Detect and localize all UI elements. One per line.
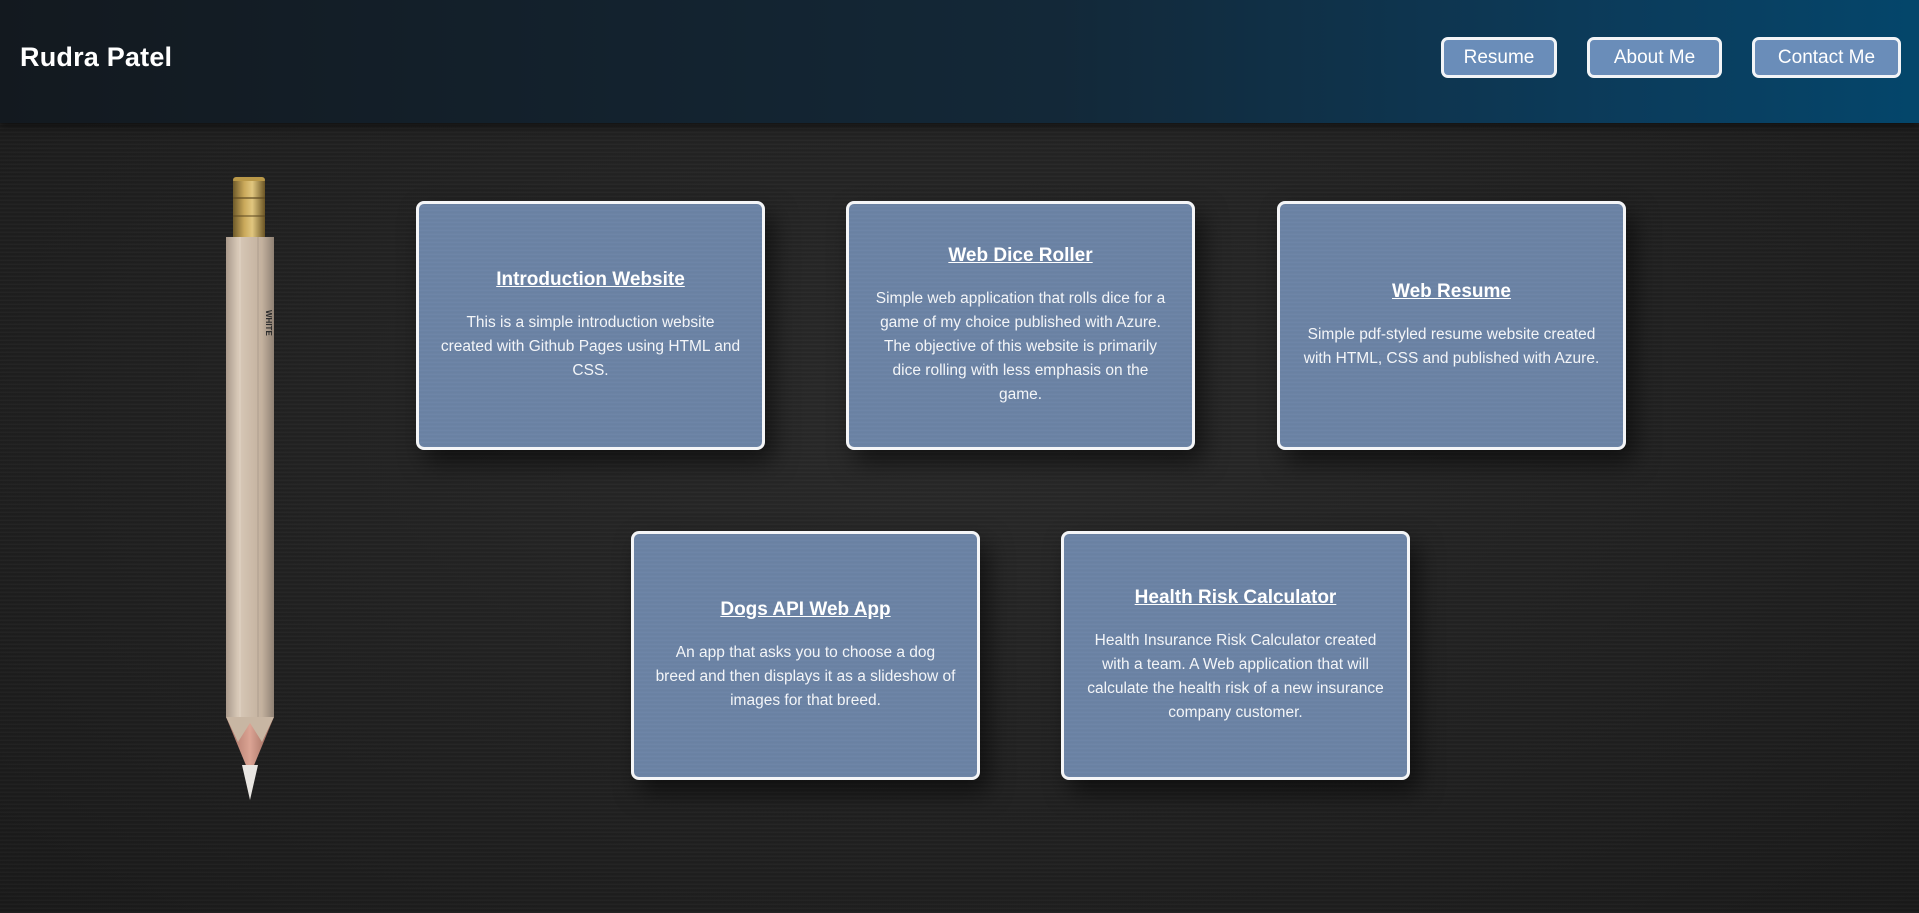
project-description: Health Insurance Risk Calculator created… xyxy=(1087,631,1384,721)
project-card-health-risk-calculator: Health Risk Calculator Health Insurance … xyxy=(1061,531,1410,780)
project-title-link[interactable]: Introduction Website xyxy=(496,269,685,291)
project-description: Simple web application that rolls dice f… xyxy=(875,289,1166,403)
pencil-label: WHITE xyxy=(264,310,273,336)
project-title-link[interactable]: Web Dice Roller xyxy=(948,245,1092,267)
project-title-link[interactable]: Health Risk Calculator xyxy=(1135,587,1337,609)
project-card-dogs-api-web-app: Dogs API Web App An app that asks you to… xyxy=(631,531,980,780)
site-brand[interactable]: Rudra Patel xyxy=(20,42,172,73)
project-card-introduction-website: Introduction Website This is a simple in… xyxy=(416,201,765,450)
project-description: This is a simple introduction website cr… xyxy=(440,313,741,379)
project-description: An app that asks you to choose a dog bre… xyxy=(655,643,956,709)
nav-about-button[interactable]: About Me xyxy=(1587,37,1722,78)
pencil-image: WHITE xyxy=(226,177,274,800)
project-card-web-resume: Web Resume Simple pdf-styled resume webs… xyxy=(1277,201,1626,450)
project-title-link[interactable]: Dogs API Web App xyxy=(720,599,890,621)
project-title-link[interactable]: Web Resume xyxy=(1392,281,1511,303)
project-description: Simple pdf-styled resume website created… xyxy=(1303,325,1600,367)
top-header: Rudra Patel Resume About Me Contact Me xyxy=(0,0,1919,123)
project-card-web-dice-roller: Web Dice Roller Simple web application t… xyxy=(846,201,1195,450)
nav-contact-button[interactable]: Contact Me xyxy=(1752,37,1901,78)
nav-resume-button[interactable]: Resume xyxy=(1441,37,1557,78)
